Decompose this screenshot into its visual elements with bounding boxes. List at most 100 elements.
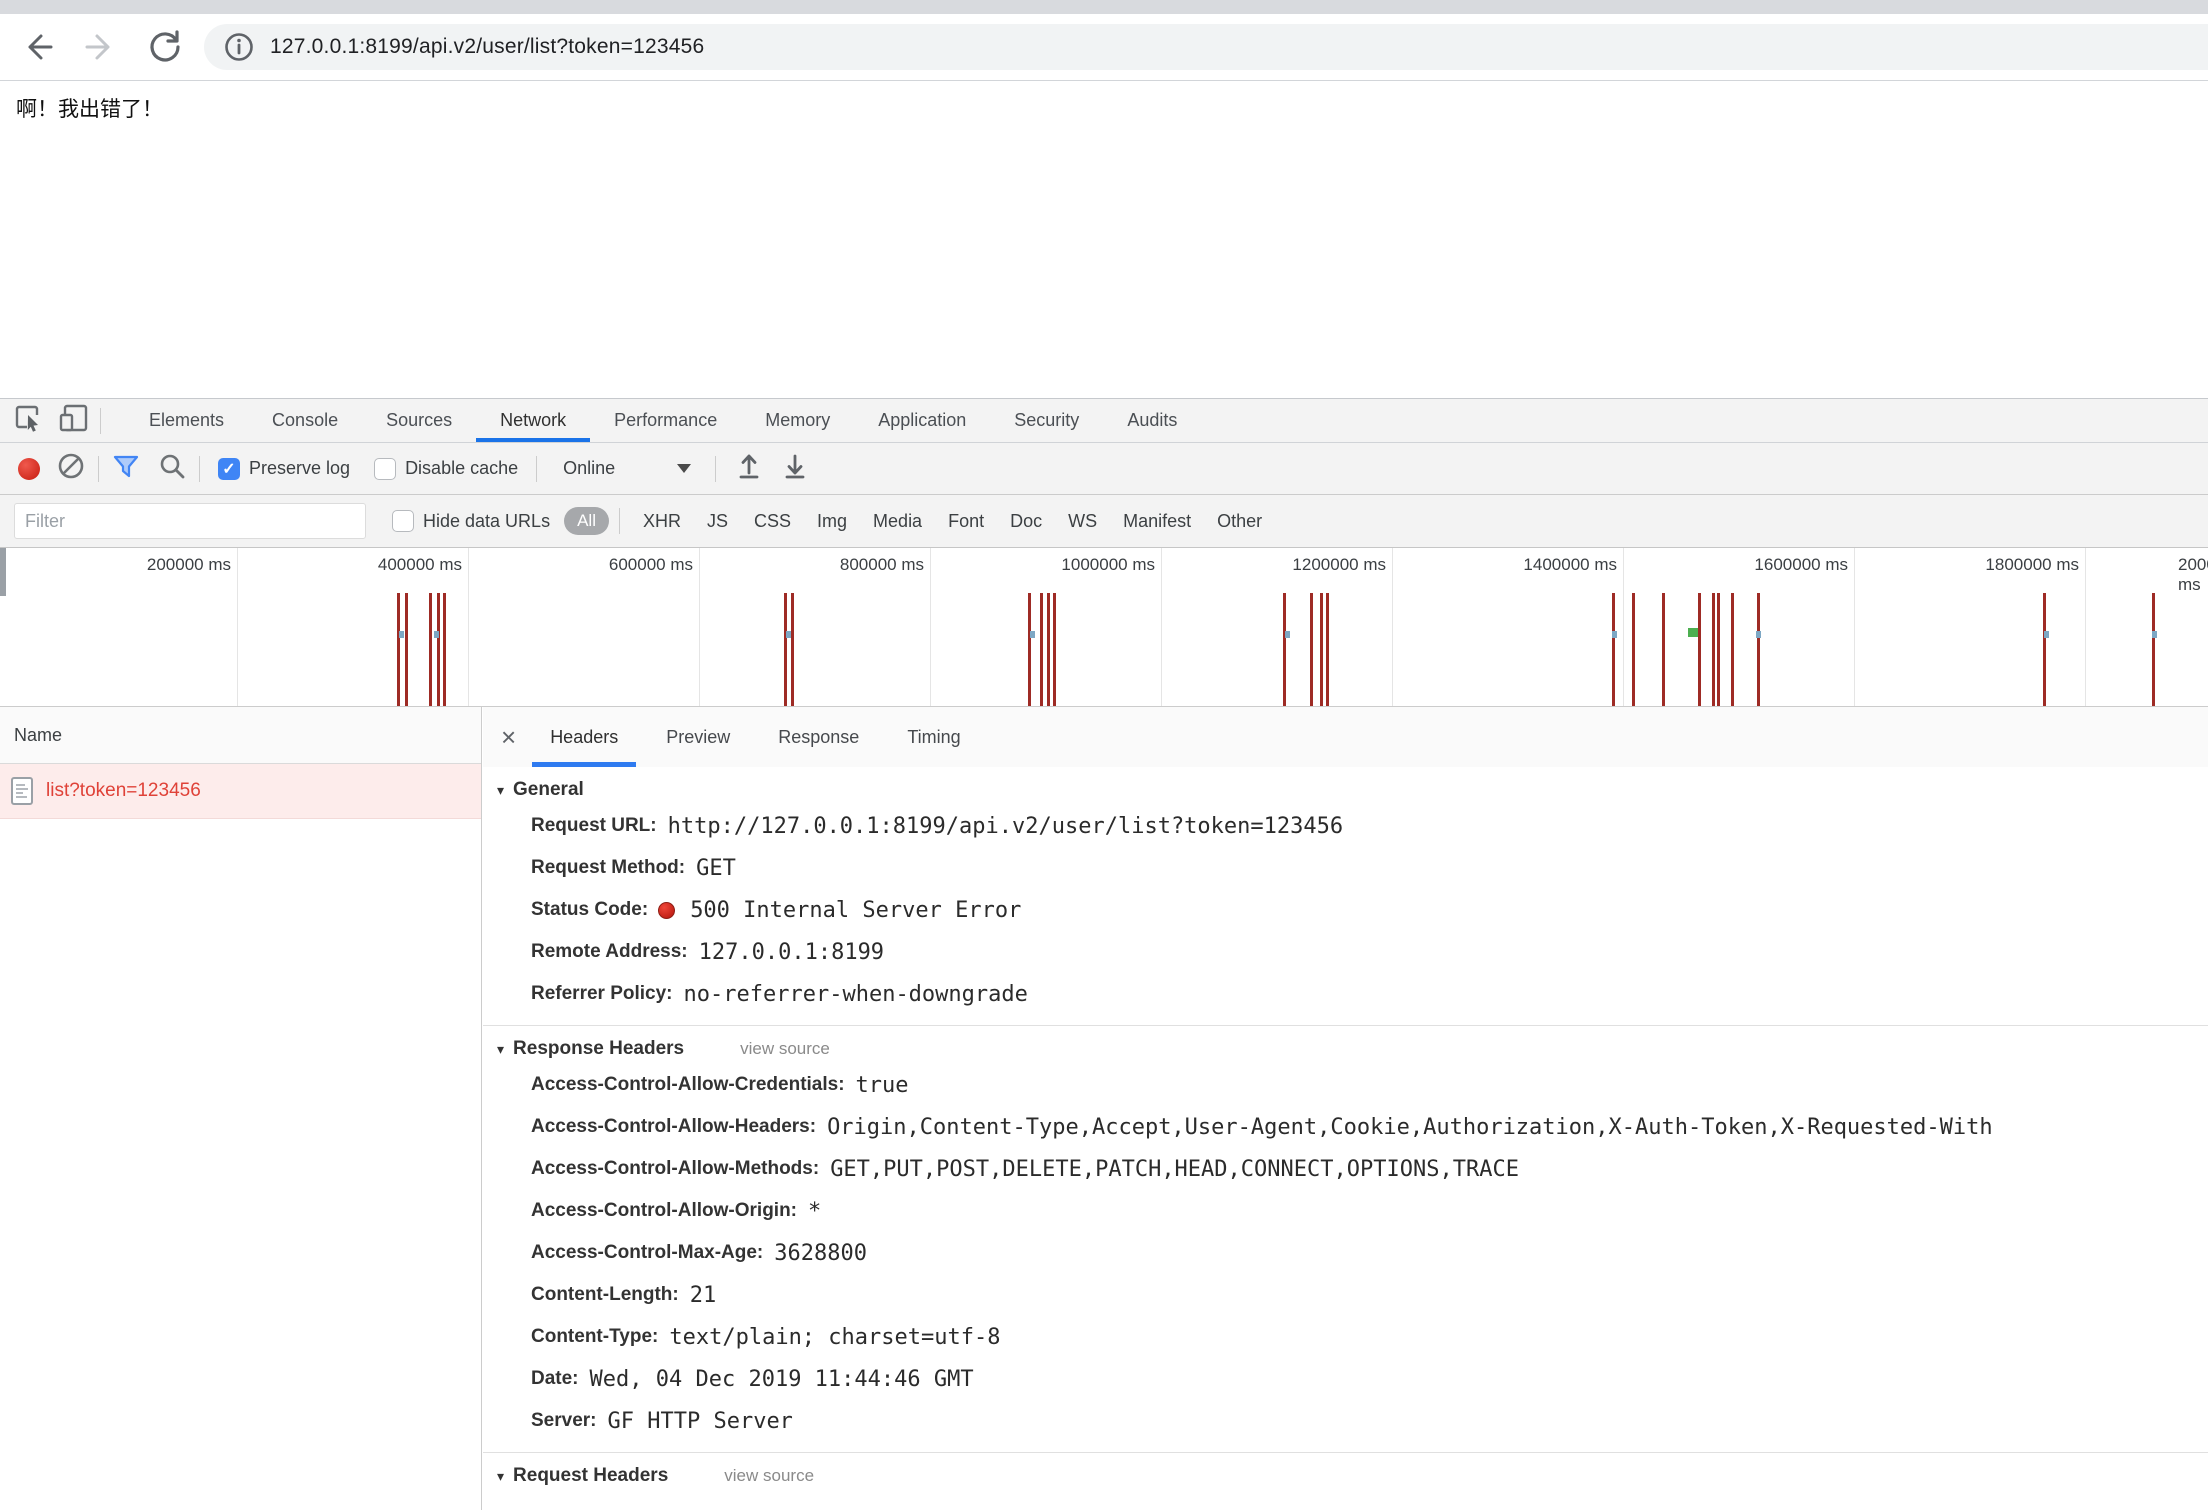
filter-type-doc[interactable]: Doc: [1010, 511, 1042, 532]
divider: [100, 408, 101, 434]
timeline-request-bar: [1757, 593, 1760, 706]
details-tab-preview[interactable]: Preview: [648, 707, 748, 767]
filter-type-other[interactable]: Other: [1217, 511, 1262, 532]
section-header-response-headers[interactable]: ▾Response Headersview source: [483, 1034, 2208, 1064]
filter-toggle-button[interactable]: [109, 452, 143, 486]
header-value: 127.0.0.1:8199: [699, 940, 884, 965]
header-row: Access-Control-Allow-Credentials:true: [483, 1064, 2208, 1106]
timeline-request-bar: [1612, 593, 1615, 706]
header-name: Remote Address:: [531, 941, 688, 963]
header-row: Access-Control-Allow-Headers:Origin,Cont…: [483, 1106, 2208, 1148]
overview-left-shadow: [0, 548, 6, 596]
throttling-select[interactable]: Online: [563, 458, 615, 479]
filter-type-img[interactable]: Img: [817, 511, 847, 532]
inspect-element-button[interactable]: [12, 404, 46, 438]
preserve-log-checkbox[interactable]: ✓: [218, 458, 240, 480]
header-row: Referrer Policy:no-referrer-when-downgra…: [483, 973, 2208, 1015]
devtools-tab-application[interactable]: Application: [854, 399, 990, 442]
requests-panel: Name list?token=123456: [0, 707, 482, 1510]
headers-content: ▾GeneralRequest URL:http://127.0.0.1:819…: [483, 767, 2208, 1510]
timeline-request-bar: [1028, 593, 1031, 706]
view-source-link[interactable]: view source: [724, 1466, 814, 1486]
header-row: Request URL:http://127.0.0.1:8199/api.v2…: [483, 805, 2208, 847]
header-name: Access-Control-Allow-Methods:: [531, 1158, 819, 1180]
filter-type-font[interactable]: Font: [948, 511, 984, 532]
filter-type-js[interactable]: JS: [707, 511, 728, 532]
filter-type-all[interactable]: All: [564, 507, 609, 535]
chevron-down-icon[interactable]: [677, 464, 691, 473]
devtools-panel: ElementsConsoleSourcesNetworkPerformance…: [0, 398, 2208, 1510]
network-overview-timeline[interactable]: 200000 ms400000 ms600000 ms800000 ms1000…: [0, 548, 2208, 707]
filter-input[interactable]: [14, 503, 366, 539]
section-header-request-headers[interactable]: ▾Request Headersview source: [483, 1461, 2208, 1491]
timeline-gridline: [1161, 548, 1162, 706]
filter-type-ws[interactable]: WS: [1068, 511, 1097, 532]
record-button[interactable]: [18, 458, 40, 480]
view-source-link[interactable]: view source: [740, 1039, 830, 1059]
devtools-tab-network[interactable]: Network: [476, 399, 590, 442]
timeline-gridline: [2085, 548, 2086, 706]
disable-cache-checkbox[interactable]: [374, 458, 396, 480]
name-column-header[interactable]: Name: [0, 707, 481, 764]
header-name: Status Code:: [531, 899, 648, 921]
devtools-tab-security[interactable]: Security: [990, 399, 1103, 442]
site-info-icon[interactable]: [222, 30, 256, 64]
devtools-tab-memory[interactable]: Memory: [741, 399, 854, 442]
filter-type-manifest[interactable]: Manifest: [1123, 511, 1191, 532]
timeline-tick-label: 200000 ms: [81, 555, 231, 579]
header-value: GET,PUT,POST,DELETE,PATCH,HEAD,CONNECT,O…: [830, 1157, 1519, 1182]
filter-type-media[interactable]: Media: [873, 511, 922, 532]
timeline-success-tick: [1688, 628, 1698, 637]
clear-button[interactable]: [54, 452, 88, 486]
section-header-general[interactable]: ▾General: [483, 775, 2208, 805]
devtools-tab-audits[interactable]: Audits: [1103, 399, 1201, 442]
devtools-tab-console[interactable]: Console: [248, 399, 362, 442]
header-row: Server:GF HTTP Server: [483, 1400, 2208, 1442]
search-icon: [157, 451, 187, 486]
details-tab-timing[interactable]: Timing: [889, 707, 978, 767]
timeline-gridline: [1854, 548, 1855, 706]
devtools-tab-sources[interactable]: Sources: [362, 399, 476, 442]
timeline-request-bar: [443, 593, 446, 706]
timeline-request-bar: [1040, 593, 1043, 706]
address-bar[interactable]: 127.0.0.1:8199/api.v2/user/list?token=12…: [204, 24, 2208, 70]
devtools-tabbar: ElementsConsoleSourcesNetworkPerformance…: [0, 399, 2208, 443]
header-value: GET: [696, 856, 736, 881]
header-name: Content-Type:: [531, 1326, 658, 1348]
timeline-tick-label: 800000 ms: [774, 555, 924, 579]
search-button[interactable]: [155, 452, 189, 486]
import-har-button[interactable]: [732, 452, 766, 486]
filter-type-xhr[interactable]: XHR: [643, 511, 681, 532]
forward-button[interactable]: [78, 24, 124, 70]
filter-type-css[interactable]: CSS: [754, 511, 791, 532]
devtools-tab-performance[interactable]: Performance: [590, 399, 741, 442]
reload-button[interactable]: [142, 24, 188, 70]
header-name: Referrer Policy:: [531, 983, 673, 1005]
devtools-tab-elements[interactable]: Elements: [125, 399, 248, 442]
export-har-button[interactable]: [778, 452, 812, 486]
header-name: Access-Control-Allow-Headers:: [531, 1116, 816, 1138]
timeline-tick-label: 1600000 ms: [1698, 555, 1848, 579]
header-value: text/plain; charset=utf-8: [669, 1325, 1000, 1350]
preserve-log-label: Preserve log: [249, 458, 350, 479]
close-details-button[interactable]: ×: [501, 724, 516, 750]
back-button[interactable]: [14, 24, 60, 70]
timeline-tick: [1030, 631, 1035, 638]
request-row[interactable]: list?token=123456: [0, 764, 481, 819]
device-toolbar-icon: [57, 402, 89, 439]
hide-data-urls-checkbox[interactable]: [392, 510, 414, 532]
timeline-gridline: [1392, 548, 1393, 706]
hide-data-urls-label: Hide data URLs: [423, 511, 550, 532]
details-tab-headers[interactable]: Headers: [532, 707, 636, 767]
device-toolbar-button[interactable]: [56, 404, 90, 438]
header-value: GF HTTP Server: [608, 1409, 793, 1434]
header-row: Remote Address: 127.0.0.1:8199: [483, 931, 2208, 973]
document-icon: [10, 776, 34, 806]
timeline-request-bar: [429, 593, 432, 706]
reload-icon: [145, 27, 185, 67]
timeline-tick-label: 600000 ms: [543, 555, 693, 579]
timeline-tick-label: 1000000 ms: [1005, 555, 1155, 579]
details-tab-response[interactable]: Response: [760, 707, 877, 767]
header-value: 3628800: [774, 1241, 867, 1266]
timeline-gridline: [699, 548, 700, 706]
